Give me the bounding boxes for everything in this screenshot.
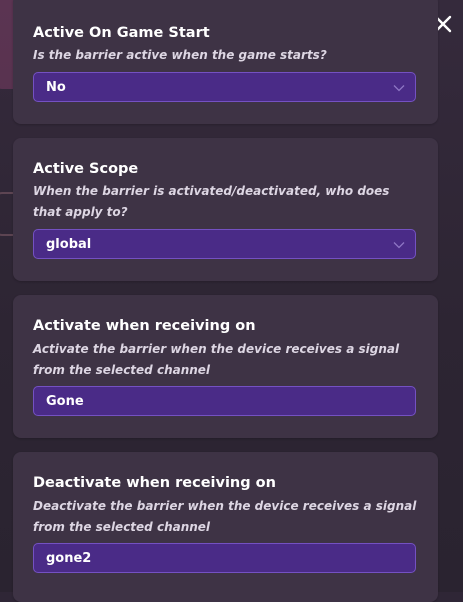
setting-title: Deactivate when receiving on: [33, 475, 276, 491]
select-value: No: [46, 79, 66, 95]
active-scope-select[interactable]: global: [33, 229, 416, 259]
setting-card-active-on-game-start: Active On Game Start Is the barrier acti…: [13, 0, 438, 124]
chevron-down-icon: [393, 242, 405, 249]
setting-description: Deactivate the barrier when the device r…: [33, 499, 417, 534]
setting-description: When the barrier is activated/deactivate…: [33, 184, 390, 219]
setting-title: Active On Game Start: [33, 25, 210, 41]
setting-title: Activate when receiving on: [33, 318, 256, 334]
setting-description: Is the barrier active when the game star…: [33, 48, 327, 62]
setting-description: Activate the barrier when the device rec…: [33, 342, 400, 377]
activate-channel-input[interactable]: [33, 386, 416, 416]
setting-card-active-scope: Active Scope When the barrier is activat…: [13, 138, 438, 281]
setting-card-activate-channel: Activate when receiving on Activate the …: [13, 295, 438, 438]
setting-card-deactivate-channel: Deactivate when receiving on Deactivate …: [13, 452, 438, 602]
select-value: global: [46, 236, 92, 252]
setting-title: Active Scope: [33, 161, 139, 177]
deactivate-channel-input[interactable]: [33, 543, 416, 573]
chevron-down-icon: [393, 85, 405, 92]
active-on-start-select[interactable]: No: [33, 72, 416, 102]
